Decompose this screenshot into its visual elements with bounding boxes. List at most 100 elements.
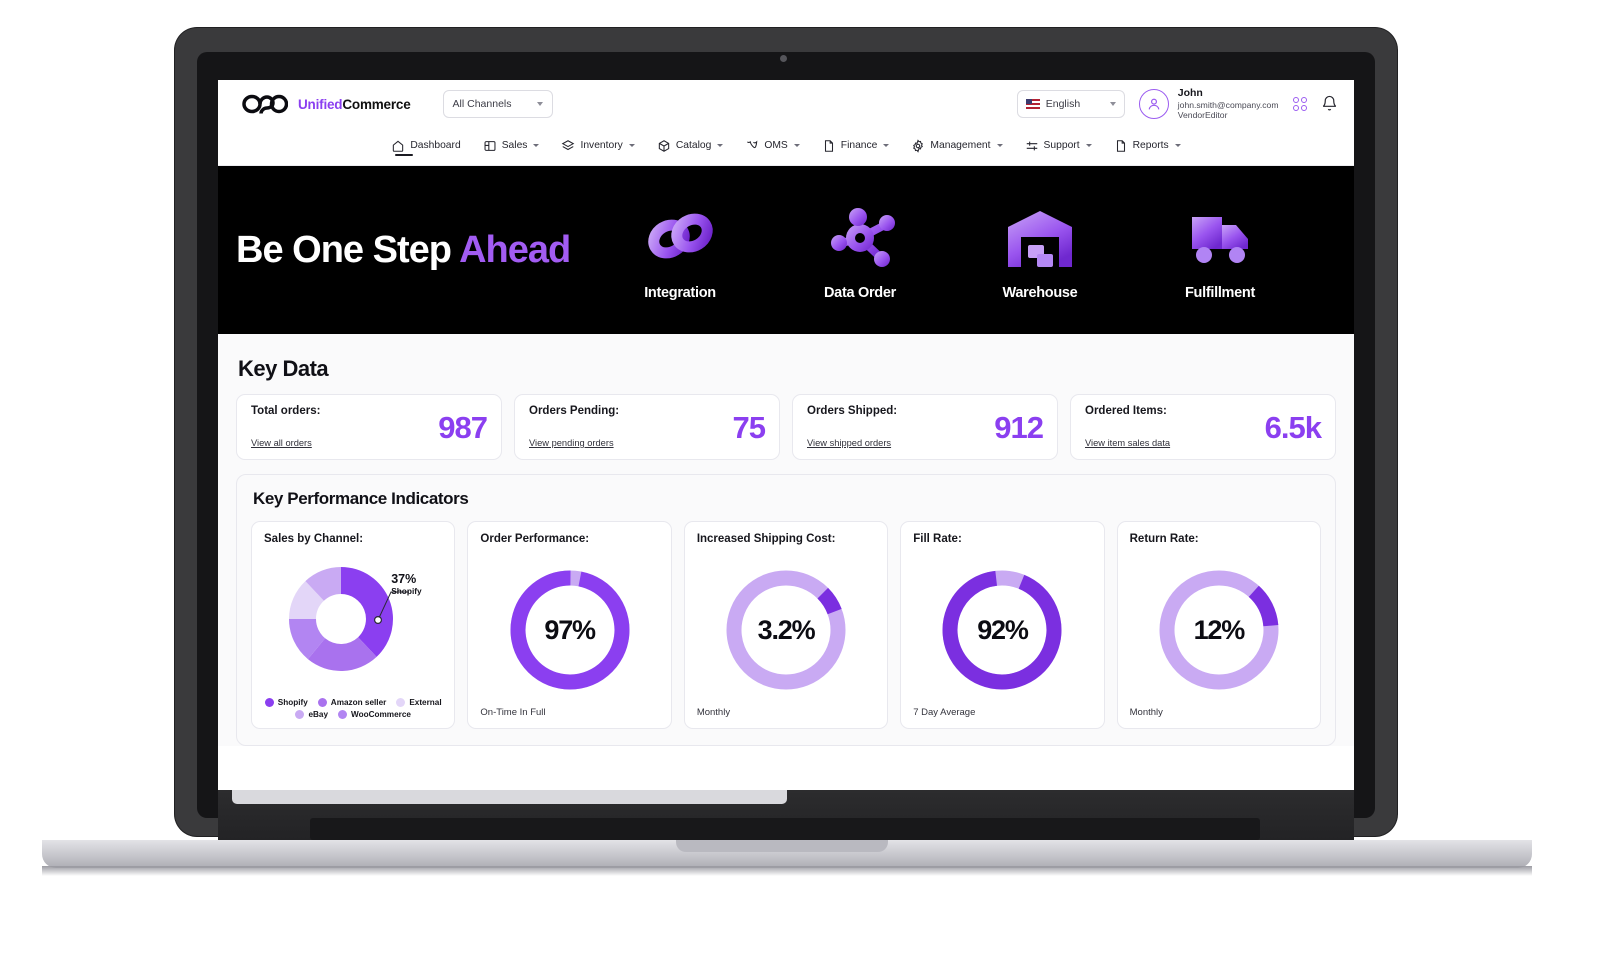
chevron-down-icon xyxy=(1174,144,1181,147)
language-selector[interactable]: English xyxy=(1016,89,1125,118)
chart-footer-label: Monthly xyxy=(1129,707,1163,718)
network-nodes-icon xyxy=(800,199,920,277)
chevron-down-icon xyxy=(628,144,635,147)
nav-item-dashboard[interactable]: Dashboard xyxy=(391,139,461,156)
hero-title-main: Be One Step xyxy=(236,228,460,271)
sliders-icon xyxy=(1026,141,1037,150)
hero-feature-integration[interactable]: Integration xyxy=(620,199,740,301)
kpi-chart-row: Sales by Channel: 37% Shopify Shopify Am… xyxy=(251,521,1322,729)
brand-name: UnifiedCommerce xyxy=(298,97,411,112)
shield-icon xyxy=(747,140,758,148)
stat-card-ordered-items[interactable]: Ordered Items: View item sales data 6.5k xyxy=(1070,394,1336,460)
hero-feature-fulfillment[interactable]: Fulfillment xyxy=(1160,199,1280,301)
user-role: VendorEditor xyxy=(1177,110,1228,121)
app-screen: UnifiedCommerce All Channels English Joh… xyxy=(218,80,1354,792)
nav-item-sales[interactable]: Sales xyxy=(483,139,540,155)
chart-footer-label: Monthly xyxy=(696,707,731,718)
user-menu[interactable]: John john.smith@company.com VendorEditor xyxy=(1138,87,1279,121)
legend-item-shopify[interactable]: Shopify xyxy=(264,698,308,707)
stat-value: 75 xyxy=(732,410,766,446)
legend-label: Amazon seller xyxy=(330,698,387,707)
nav-label: Finance xyxy=(840,140,878,151)
nav-item-reports[interactable]: Reports xyxy=(1114,139,1181,155)
brand-name-accent: Unified xyxy=(298,96,343,112)
gear-icon xyxy=(913,138,924,153)
delivery-truck-icon xyxy=(1160,199,1280,277)
legend-item-amazon-seller[interactable]: Amazon seller xyxy=(317,698,387,707)
pie-callout: 37% Shopify xyxy=(391,572,422,597)
stat-link[interactable]: View shipped orders xyxy=(807,438,891,448)
grid-dot xyxy=(1301,96,1307,103)
laptop-base-notch xyxy=(676,840,888,852)
donut-center-value: 3.2% xyxy=(757,614,816,645)
chart-card-return-rate[interactable]: Return Rate: 12% Monthly xyxy=(1116,521,1322,729)
nav-item-support[interactable]: Support xyxy=(1025,139,1092,155)
laptop-screen-strip xyxy=(232,790,787,804)
chart-card-sales-by-channel[interactable]: Sales by Channel: 37% Shopify Shopify Am… xyxy=(251,521,456,729)
notification-bell-icon[interactable] xyxy=(1321,95,1338,112)
legend-label: WooCommerce xyxy=(351,710,411,719)
header-right: English John john.smith@company.com Vend… xyxy=(1016,87,1338,121)
document-icon xyxy=(1116,139,1125,152)
stat-link[interactable]: View all orders xyxy=(251,438,312,448)
stat-link[interactable]: View item sales data xyxy=(1085,438,1170,448)
brand-name-rest: Commerce xyxy=(342,96,411,112)
webcam-dot xyxy=(780,55,787,62)
grid-dot xyxy=(1301,105,1307,112)
legend-item-ebay[interactable]: eBay xyxy=(295,710,328,719)
hero-feature-data-order[interactable]: Data Order xyxy=(800,199,920,301)
hero-feature-warehouse[interactable]: Warehouse xyxy=(980,199,1100,301)
chart-card-increased-shipping-cost[interactable]: Increased Shipping Cost: 3.2% Monthly xyxy=(683,521,889,729)
user-info: John john.smith@company.com VendorEditor xyxy=(1178,87,1279,121)
legend-row: Shopify Amazon seller External xyxy=(264,698,442,707)
chart-card-fill-rate[interactable]: Fill Rate: 92% 7 Day Average xyxy=(900,521,1105,729)
nav-label: OMS xyxy=(764,140,788,151)
stat-card-orders-pending[interactable]: Orders Pending: View pending orders 75 xyxy=(514,394,780,460)
callout-value: 37% xyxy=(391,572,417,586)
app-header: UnifiedCommerce All Channels English Joh… xyxy=(218,80,1354,128)
hero-feature-label: Fulfillment xyxy=(1184,285,1255,301)
order-performance-donut: 97% xyxy=(506,566,634,694)
fill-rate-donut: 92% xyxy=(938,566,1066,694)
chevron-down-icon xyxy=(996,144,1003,147)
nav-item-inventory[interactable]: Inventory xyxy=(561,139,635,155)
stat-value: 912 xyxy=(994,410,1044,446)
stat-card-orders-shipped[interactable]: Orders Shipped: View shipped orders 912 xyxy=(792,394,1058,460)
osa-logo-icon xyxy=(242,94,288,114)
stat-link[interactable]: View pending orders xyxy=(529,438,614,448)
page-title: Key Data xyxy=(238,356,329,381)
legend-item-external[interactable]: External xyxy=(396,698,442,707)
nav-item-finance[interactable]: Finance xyxy=(822,139,890,155)
pie-legend: Shopify Amazon seller External eBay WooC… xyxy=(264,695,442,719)
nav-item-catalog[interactable]: Catalog xyxy=(657,139,724,155)
hero-feature-label: Data Order xyxy=(824,285,896,301)
donut-center-value: 92% xyxy=(977,614,1029,645)
box-icon xyxy=(658,139,670,152)
channel-selector[interactable]: All Channels xyxy=(442,90,553,118)
nav-item-oms[interactable]: OMS xyxy=(745,139,800,155)
main-navigation: Dashboard Sales Inventory Catalog OMS Fi… xyxy=(218,128,1354,166)
laptop-base-shadow xyxy=(42,866,1532,876)
language-selector-value: English xyxy=(1045,97,1081,110)
hero-feature-label: Warehouse xyxy=(1002,285,1078,301)
callout-key: Shopify xyxy=(391,586,422,597)
legend-item-woocommerce[interactable]: WooCommerce xyxy=(338,710,411,719)
hero-title-accent: Ahead xyxy=(459,228,571,271)
grid-apps-icon[interactable] xyxy=(1292,96,1307,112)
chart-footer-label: 7 Day Average xyxy=(913,707,976,718)
brand[interactable]: UnifiedCommerce xyxy=(242,93,411,115)
legend-label: External xyxy=(409,698,442,707)
stat-label: Orders Pending: xyxy=(529,405,620,417)
legend-row: eBay WooCommerce xyxy=(264,710,442,719)
chart-title: Sales by Channel: xyxy=(264,533,364,545)
chevron-down-icon xyxy=(1109,101,1116,106)
hero-title: Be One Step Ahead xyxy=(236,228,571,272)
chart-card-order-performance[interactable]: Order Performance: 97% On-Time In Full xyxy=(467,521,672,729)
grid-dot xyxy=(1292,96,1299,103)
nav-label: Dashboard xyxy=(410,140,461,151)
nav-label: Support xyxy=(1043,140,1080,151)
legend-label: Shopify xyxy=(277,698,308,707)
chevron-down-icon xyxy=(717,144,724,147)
stat-card-total-orders[interactable]: Total orders: View all orders 987 xyxy=(236,394,502,460)
nav-item-management[interactable]: Management xyxy=(911,138,1003,155)
